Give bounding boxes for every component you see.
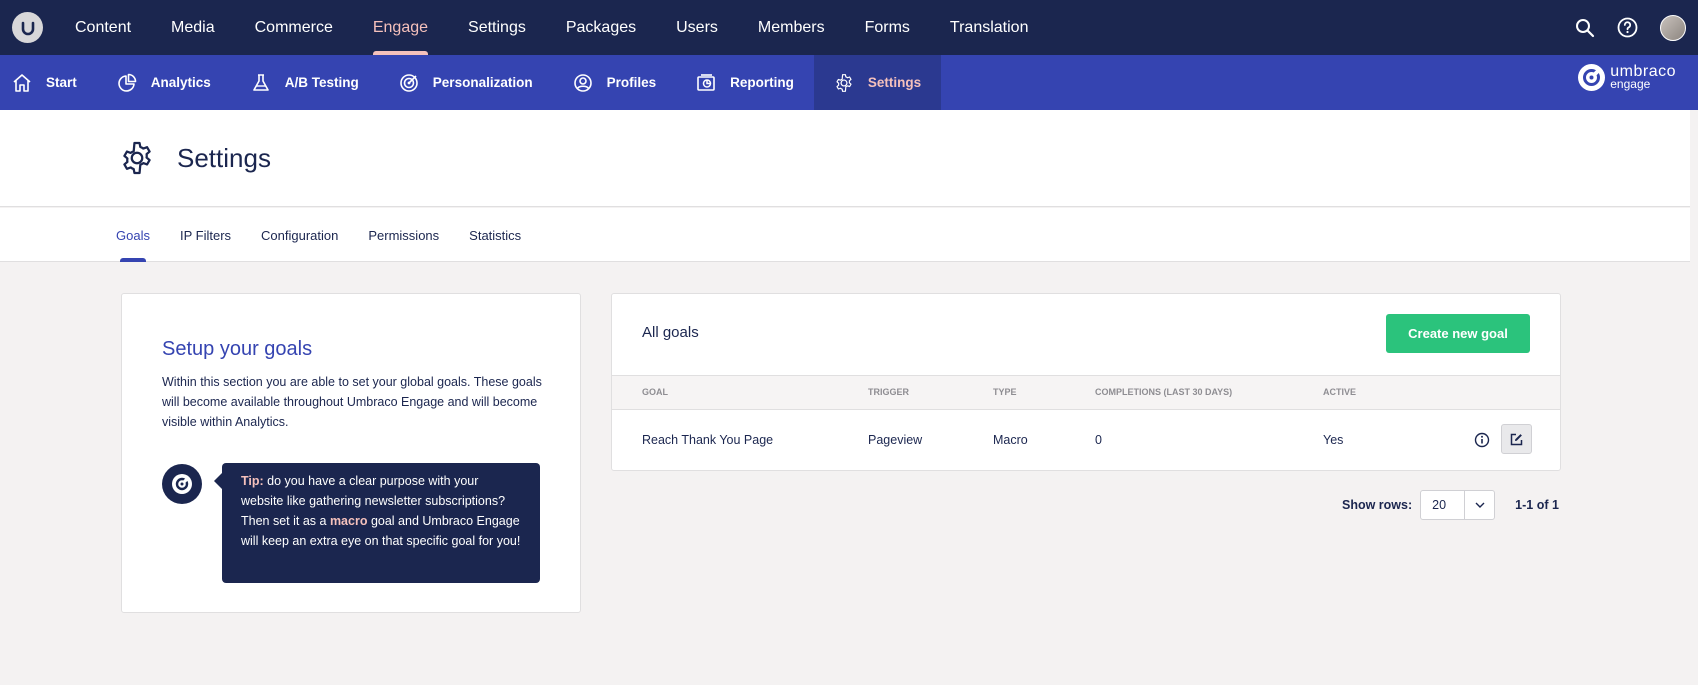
- cell-completions: 0: [1095, 433, 1102, 447]
- top-nav-forms[interactable]: Forms: [845, 0, 930, 55]
- setup-description: Within this section you are able to set …: [162, 375, 542, 429]
- show-rows-label: Show rows:: [1342, 498, 1413, 512]
- goals-title: All goals: [642, 324, 699, 341]
- top-nav-items: Content Media Commerce Engage Settings P…: [55, 0, 1048, 55]
- top-nav-content[interactable]: Content: [55, 0, 151, 55]
- top-nav-translation[interactable]: Translation: [930, 0, 1049, 55]
- subnav-ab-testing[interactable]: A/B Testing: [231, 55, 379, 110]
- edit-goal-button[interactable]: [1501, 424, 1532, 454]
- help-icon[interactable]: [1617, 17, 1638, 38]
- column-goal: Goal: [642, 387, 668, 397]
- column-completions: Completions (last 30 days): [1095, 387, 1233, 397]
- all-goals-card: All goals Create new goal Goal Trigger T…: [611, 293, 1561, 471]
- cell-type: Macro: [993, 433, 1028, 447]
- subnav-start-label: Start: [46, 75, 77, 90]
- subnav-settings[interactable]: Settings: [813, 55, 942, 110]
- subnav-ab-testing-label: A/B Testing: [284, 75, 359, 90]
- subnav-profiles[interactable]: Profiles: [553, 55, 677, 110]
- top-nav-media[interactable]: Media: [151, 0, 235, 55]
- tip-highlight: macro: [329, 514, 368, 528]
- top-nav-actions: [1575, 0, 1686, 55]
- settings-tabs: Goals IP Filters Configuration Permissio…: [0, 208, 1690, 262]
- column-type: Type: [993, 387, 1017, 397]
- table-row[interactable]: Reach Thank You Page Pageview Macro 0 Ye…: [612, 410, 1560, 470]
- column-active: Active: [1323, 387, 1357, 397]
- profile-icon: [573, 73, 592, 92]
- tip-label: Tip:: [241, 474, 264, 488]
- brand-name: umbraco: [1610, 62, 1676, 80]
- flask-icon: [252, 73, 269, 91]
- gear-icon: [836, 73, 852, 92]
- page-header: Settings: [0, 110, 1690, 207]
- chevron-down-icon: [1475, 502, 1485, 508]
- top-nav-users[interactable]: Users: [656, 0, 738, 55]
- cell-active: Yes: [1323, 433, 1344, 447]
- home-icon: [13, 73, 31, 92]
- subnav-analytics[interactable]: Analytics: [97, 55, 231, 110]
- top-nav-commerce[interactable]: Commerce: [235, 0, 353, 55]
- page-range: 1-1 of 1: [1515, 498, 1559, 512]
- target-icon: [399, 73, 418, 92]
- rows-per-page-select[interactable]: 20: [1420, 490, 1496, 520]
- pagination: Show rows: 20 1-1 of 1: [1342, 490, 1559, 520]
- engage-tip-icon: [162, 464, 202, 504]
- subnav-personalization[interactable]: Personalization: [379, 55, 553, 110]
- engage-logo-icon: [1578, 64, 1606, 91]
- subnav-reporting-label: Reporting: [730, 75, 794, 90]
- tab-goals[interactable]: Goals: [116, 208, 150, 262]
- info-icon[interactable]: [1474, 432, 1490, 448]
- tab-configuration[interactable]: Configuration: [261, 208, 338, 262]
- top-nav-settings[interactable]: Settings: [448, 0, 546, 55]
- search-icon[interactable]: [1575, 18, 1595, 38]
- column-trigger: Trigger: [868, 387, 910, 397]
- create-new-goal-button[interactable]: Create new goal: [1386, 314, 1530, 353]
- subnav-reporting[interactable]: Reporting: [676, 55, 814, 110]
- top-nav-engage[interactable]: Engage: [353, 0, 448, 55]
- engage-sub-navigation: Start Analytics A/B Testing Personalizat…: [0, 55, 1698, 110]
- subnav-settings-label: Settings: [867, 75, 922, 90]
- setup-title: Setup your goals: [162, 338, 313, 360]
- subnav-analytics-label: Analytics: [150, 75, 211, 90]
- umbraco-engage-brand: umbraco engage: [1578, 62, 1676, 91]
- setup-goals-card: Setup your goals Within this section you…: [121, 293, 581, 613]
- tab-statistics[interactable]: Statistics: [469, 208, 521, 262]
- report-icon: [697, 73, 715, 91]
- subnav-personalization-label: Personalization: [432, 75, 533, 90]
- page-title: Settings: [177, 142, 271, 173]
- subnav-profiles-label: Profiles: [606, 75, 657, 90]
- user-avatar[interactable]: [1660, 14, 1686, 41]
- cell-goal: Reach Thank You Page: [642, 433, 774, 447]
- umbraco-logo-icon[interactable]: [12, 12, 43, 43]
- tip-bubble: Tip: do you have a clear purpose with yo…: [214, 463, 540, 583]
- tab-ip-filters[interactable]: IP Filters: [180, 208, 231, 262]
- tab-permissions[interactable]: Permissions: [368, 208, 439, 262]
- goals-table-header: Goal Trigger Type Completions (last 30 d…: [612, 375, 1560, 410]
- cell-trigger: Pageview: [868, 433, 923, 447]
- top-navigation: Content Media Commerce Engage Settings P…: [0, 0, 1698, 55]
- top-nav-members[interactable]: Members: [738, 0, 845, 55]
- settings-gear-icon: [123, 141, 151, 175]
- top-nav-packages[interactable]: Packages: [546, 0, 656, 55]
- pie-chart-icon: [118, 73, 137, 92]
- edit-icon: [1510, 433, 1523, 445]
- subnav-start[interactable]: Start: [0, 55, 97, 110]
- rows-per-page-value: 20: [1432, 498, 1447, 512]
